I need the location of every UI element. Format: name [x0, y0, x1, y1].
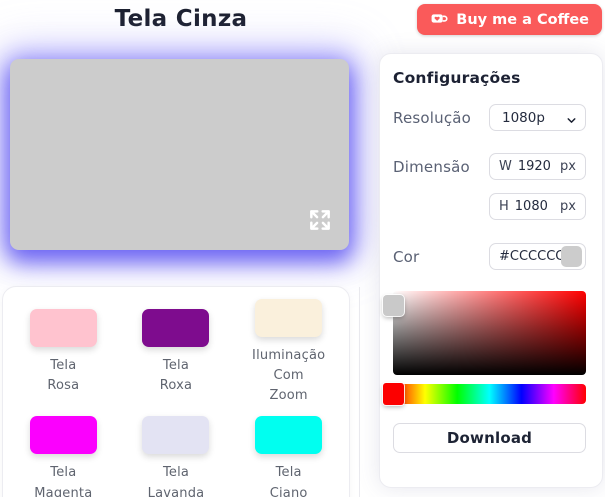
- buy-button-label: Buy me a Coffee: [456, 11, 589, 28]
- color-row: Cor: [393, 243, 586, 270]
- width-prefix: W: [499, 159, 512, 174]
- preset-tela-roxa[interactable]: Tela Roxa: [120, 299, 233, 406]
- preset-tela-ciano[interactable]: Tela Ciano: [232, 416, 345, 497]
- preset-tela-lavanda[interactable]: Tela Lavanda: [120, 416, 233, 497]
- preset-label: Tela Magenta: [34, 465, 93, 497]
- preset-swatch[interactable]: [255, 299, 323, 337]
- width-input[interactable]: [517, 159, 558, 174]
- preset-swatch[interactable]: [29, 416, 97, 455]
- preset-tela-rosa[interactable]: Tela Rosa: [7, 299, 120, 406]
- column-divider: [359, 287, 360, 497]
- saturation-picker[interactable]: [383, 291, 586, 375]
- height-input-box: H px: [489, 193, 586, 220]
- preset-swatch[interactable]: [142, 309, 210, 348]
- fullscreen-button[interactable]: [307, 207, 333, 233]
- height-prefix: H: [499, 199, 509, 214]
- color-input-box: [489, 243, 586, 270]
- preset-label: Tela Lavanda: [147, 465, 205, 497]
- hue-handle[interactable]: [383, 383, 404, 405]
- preset-swatch[interactable]: [142, 416, 210, 455]
- presets-grid: Tela Rosa Tela Roxa Iluminação Com Zoom …: [3, 287, 349, 497]
- preset-label: Iluminação Com Zoom: [252, 348, 326, 404]
- preset-swatch[interactable]: [29, 309, 97, 348]
- page-title: Tela Cinza: [114, 6, 248, 32]
- preset-label: Tela Roxa: [159, 358, 193, 394]
- preset-label: Tela Rosa: [47, 358, 80, 394]
- settings-title: Configurações: [393, 69, 521, 87]
- preset-swatch[interactable]: [255, 416, 323, 455]
- resolution-select[interactable]: 1080p: [490, 105, 585, 130]
- app: Tela Cinza Buy me a Coffee Tela Rosa Tel…: [0, 0, 605, 497]
- settings-panel: Configurações Resolução 1080p Dimensão W…: [379, 53, 603, 488]
- coffee-cup-icon: [430, 10, 449, 29]
- dimension-height-row: H px: [393, 193, 586, 220]
- dimension-label: Dimensão: [393, 157, 470, 176]
- download-button[interactable]: Download: [393, 423, 586, 453]
- width-unit: px: [560, 159, 576, 174]
- preset-iluminacao-com-zoom[interactable]: Iluminação Com Zoom: [232, 299, 345, 406]
- resolution-label: Resolução: [393, 108, 472, 127]
- color-swatch[interactable]: [561, 246, 582, 267]
- color-label: Cor: [393, 247, 420, 266]
- resolution-row: Resolução 1080p: [393, 104, 586, 131]
- height-input[interactable]: [514, 199, 555, 214]
- height-unit: px: [560, 199, 576, 214]
- saturation-handle[interactable]: [383, 295, 404, 316]
- resolution-select-wrap: 1080p: [489, 104, 586, 131]
- screen-preview[interactable]: [10, 59, 349, 250]
- dimension-width-row: Dimensão W px: [393, 153, 586, 180]
- hue-slider[interactable]: [383, 383, 586, 405]
- hex-color-input[interactable]: [499, 249, 561, 264]
- fullscreen-arrows-icon: [310, 210, 330, 230]
- width-input-box: W px: [489, 153, 586, 180]
- preset-tela-magenta[interactable]: Tela Magenta: [7, 416, 120, 497]
- presets-card: Tela Rosa Tela Roxa Iluminação Com Zoom …: [2, 286, 350, 497]
- preset-label: Tela Ciano: [269, 465, 308, 497]
- buy-me-a-coffee-button[interactable]: Buy me a Coffee: [417, 4, 602, 35]
